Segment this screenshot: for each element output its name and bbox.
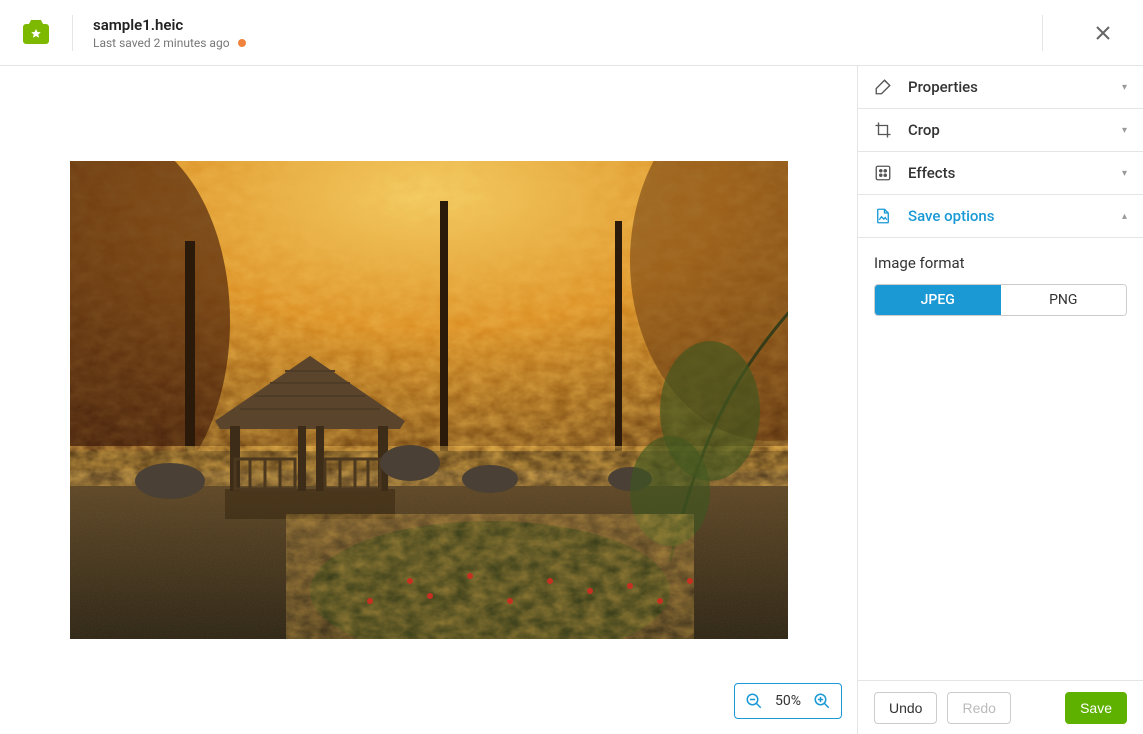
unsaved-dot-icon — [238, 39, 246, 47]
properties-icon — [874, 78, 892, 96]
header-divider — [72, 15, 73, 51]
panel-save-options[interactable]: Save options ▴ — [858, 195, 1143, 238]
effects-icon — [874, 164, 892, 182]
file-subtitle: Last saved 2 minutes ago — [93, 36, 1042, 50]
save-button[interactable]: Save — [1065, 692, 1127, 724]
zoom-level[interactable]: 50% — [773, 693, 803, 709]
image-preview — [70, 161, 788, 639]
panel-crop[interactable]: Crop ▾ — [858, 109, 1143, 152]
zoom-in-icon — [813, 692, 831, 710]
panel-properties[interactable]: Properties ▾ — [858, 66, 1143, 109]
zoom-in-button[interactable] — [813, 692, 831, 710]
zoom-out-icon — [745, 692, 763, 710]
panel-label: Save options — [908, 207, 1106, 225]
save-options-body: Image format JPEG PNG — [858, 238, 1143, 680]
chevron-down-icon: ▾ — [1122, 125, 1127, 136]
last-saved-text: Last saved 2 minutes ago — [93, 36, 230, 50]
chevron-down-icon: ▾ — [1122, 168, 1127, 179]
app-logo — [20, 17, 52, 49]
close-icon — [1093, 23, 1113, 43]
canvas-viewport[interactable] — [0, 66, 857, 734]
redo-button[interactable]: Redo — [947, 692, 1010, 724]
chevron-down-icon: ▾ — [1122, 82, 1127, 93]
zoom-out-button[interactable] — [745, 692, 763, 710]
sidebar: Properties ▾ Crop ▾ Effects ▾ Save optio… — [857, 66, 1143, 734]
header-divider-right — [1042, 15, 1043, 51]
panel-effects[interactable]: Effects ▾ — [858, 152, 1143, 195]
main: 50% Properties ▾ Crop ▾ Effects — [0, 66, 1143, 734]
chevron-up-icon: ▴ — [1122, 211, 1127, 222]
canvas-area: 50% — [0, 66, 857, 734]
file-info: sample1.heic Last saved 2 minutes ago — [93, 16, 1042, 50]
file-title: sample1.heic — [93, 16, 1042, 34]
close-button[interactable] — [1083, 13, 1123, 53]
header: sample1.heic Last saved 2 minutes ago — [0, 0, 1143, 66]
file-image-icon — [874, 207, 892, 225]
undo-button[interactable]: Undo — [874, 692, 937, 724]
image-format-toggle: JPEG PNG — [874, 284, 1127, 316]
panel-label: Effects — [908, 164, 1106, 182]
crop-icon — [874, 121, 892, 139]
sidebar-footer: Undo Redo Save — [858, 680, 1143, 734]
format-jpeg[interactable]: JPEG — [875, 285, 1001, 315]
panel-label: Crop — [908, 121, 1106, 139]
image-format-label: Image format — [874, 254, 1127, 272]
panel-label: Properties — [908, 78, 1106, 96]
format-png[interactable]: PNG — [1001, 285, 1127, 315]
zoom-control: 50% — [734, 683, 842, 719]
